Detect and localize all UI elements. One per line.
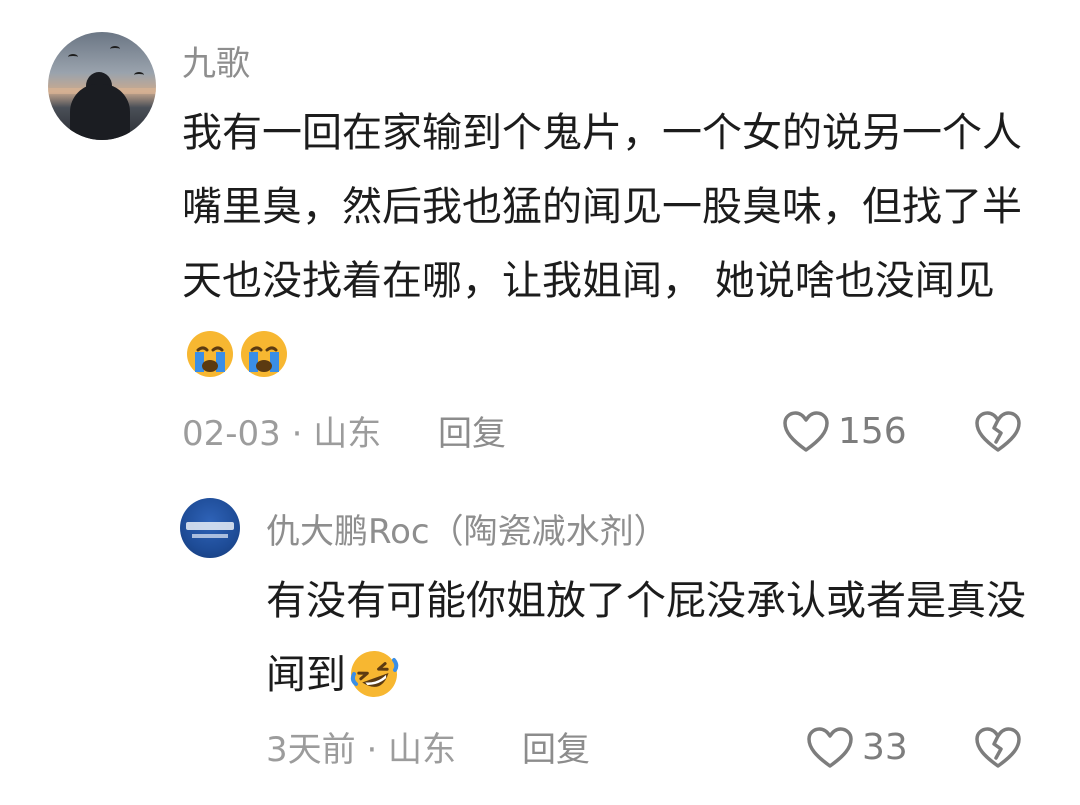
comment-username[interactable]: 九歌 [182, 44, 250, 84]
avatar-person [70, 84, 130, 140]
reply-button[interactable]: 回复 [438, 414, 506, 454]
dislike-button[interactable] [974, 410, 1022, 454]
reply-dislike-button[interactable] [974, 726, 1022, 770]
reply-username[interactable]: 仇大鹏Roc（陶瓷减水剂） [266, 512, 668, 552]
bird-icon [68, 54, 78, 60]
reply-like-button[interactable]: 33 [806, 726, 908, 770]
reply-text: 有没有可能你姐放了个屁没承认或者是真没闻到 [266, 564, 1046, 712]
user-avatar[interactable] [48, 32, 156, 140]
avatar-logo-band [186, 522, 234, 530]
reply-timestamp-location: 3天前 · 山东 [266, 730, 457, 770]
broken-heart-icon [974, 726, 1022, 770]
reply-reply-button[interactable]: 回复 [522, 730, 590, 770]
broken-heart-icon [974, 410, 1022, 454]
comment-body: 我有一回在家输到个鬼片，一个女的说另一个人嘴里臭，然后我也猛的闻见一股臭味，但找… [182, 110, 1022, 304]
heart-icon [806, 726, 854, 770]
crying-face-emoji-icon [184, 328, 236, 380]
like-count: 156 [838, 411, 907, 452]
crying-face-emoji-icon [238, 328, 290, 380]
like-button[interactable]: 156 [782, 410, 907, 454]
reply-like-count: 33 [862, 727, 908, 768]
comment-text: 我有一回在家输到个鬼片，一个女的说另一个人嘴里臭，然后我也猛的闻见一股臭味，但找… [182, 96, 1032, 392]
reply-user-avatar[interactable] [180, 498, 240, 558]
bird-icon [110, 46, 120, 52]
bird-icon [134, 72, 144, 78]
heart-icon [782, 410, 830, 454]
rolling-laughing-emoji-icon [348, 648, 400, 700]
avatar-logo-band [192, 534, 228, 538]
comment-timestamp-location: 02-03 · 山东 [182, 414, 382, 454]
